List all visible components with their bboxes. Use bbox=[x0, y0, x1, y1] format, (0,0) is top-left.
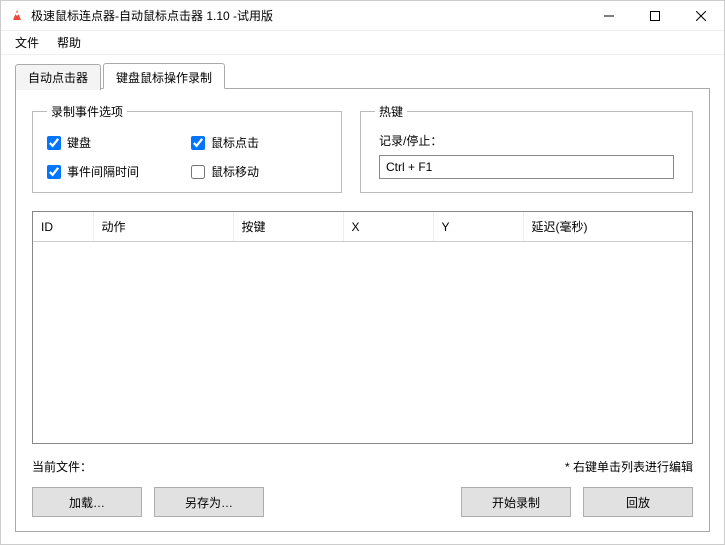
options-row: 录制事件选项 键盘 鼠标点击 事件间隔时间 bbox=[32, 103, 693, 193]
checkbox-mouse-click[interactable]: 鼠标点击 bbox=[191, 134, 327, 151]
record-options-legend: 录制事件选项 bbox=[47, 103, 127, 120]
events-table-wrap[interactable]: ID 动作 按键 X Y 延迟(毫秒) bbox=[32, 211, 693, 444]
checkbox-mouse-click-input[interactable] bbox=[191, 136, 205, 150]
close-button[interactable] bbox=[678, 1, 724, 30]
table-header-row: ID 动作 按键 X Y 延迟(毫秒) bbox=[33, 212, 692, 242]
load-button[interactable]: 加载… bbox=[32, 487, 142, 517]
content-area: 自动点击器 键盘鼠标操作录制 录制事件选项 键盘 鼠标点击 bbox=[1, 55, 724, 544]
checkbox-keyboard-input[interactable] bbox=[47, 136, 61, 150]
tab-panel-kbm-recorder: 录制事件选项 键盘 鼠标点击 事件间隔时间 bbox=[15, 89, 710, 532]
events-table: ID 动作 按键 X Y 延迟(毫秒) bbox=[33, 212, 692, 242]
menu-file[interactable]: 文件 bbox=[7, 31, 47, 54]
checkbox-mouse-move-label: 鼠标移动 bbox=[211, 163, 259, 180]
menu-help[interactable]: 帮助 bbox=[49, 31, 89, 54]
button-spacer bbox=[276, 487, 449, 517]
panel-footer: 当前文件： * 右键单击列表进行编辑 bbox=[32, 458, 693, 475]
hotkey-group: 热键 记录/停止： bbox=[360, 103, 693, 193]
tabstrip: 自动点击器 键盘鼠标操作录制 bbox=[15, 63, 710, 89]
col-id[interactable]: ID bbox=[33, 212, 93, 242]
context-menu-hint: * 右键单击列表进行编辑 bbox=[565, 458, 693, 475]
current-file-label: 当前文件： bbox=[32, 460, 92, 474]
col-key[interactable]: 按键 bbox=[233, 212, 343, 242]
record-options-group: 录制事件选项 键盘 鼠标点击 事件间隔时间 bbox=[32, 103, 342, 193]
hotkey-input[interactable] bbox=[379, 155, 674, 179]
checkbox-mouse-click-label: 鼠标点击 bbox=[211, 134, 259, 151]
window-title: 极速鼠标连点器-自动鼠标点击器 1.10 -试用版 bbox=[31, 7, 586, 24]
checkbox-event-interval[interactable]: 事件间隔时间 bbox=[47, 163, 183, 180]
minimize-button[interactable] bbox=[586, 1, 632, 30]
tab-auto-clicker[interactable]: 自动点击器 bbox=[15, 64, 101, 90]
titlebar: 极速鼠标连点器-自动鼠标点击器 1.10 -试用版 bbox=[1, 1, 724, 31]
start-record-button[interactable]: 开始录制 bbox=[461, 487, 571, 517]
current-file: 当前文件： bbox=[32, 458, 92, 475]
maximize-button[interactable] bbox=[632, 1, 678, 30]
save-as-button[interactable]: 另存为… bbox=[154, 487, 264, 517]
col-x[interactable]: X bbox=[343, 212, 433, 242]
button-row: 加载… 另存为… 开始录制 回放 bbox=[32, 487, 693, 517]
checkbox-keyboard-label: 键盘 bbox=[67, 134, 91, 151]
checkbox-mouse-move-input[interactable] bbox=[191, 165, 205, 179]
hotkey-label: 记录/停止： bbox=[379, 132, 674, 149]
col-delay[interactable]: 延迟(毫秒) bbox=[523, 212, 692, 242]
checkbox-event-interval-label: 事件间隔时间 bbox=[67, 163, 139, 180]
playback-button[interactable]: 回放 bbox=[583, 487, 693, 517]
checkbox-event-interval-input[interactable] bbox=[47, 165, 61, 179]
window-controls bbox=[586, 1, 724, 30]
menubar: 文件 帮助 bbox=[1, 31, 724, 55]
app-icon bbox=[9, 8, 25, 24]
checkbox-keyboard[interactable]: 键盘 bbox=[47, 134, 183, 151]
tab-kbm-recorder[interactable]: 键盘鼠标操作录制 bbox=[103, 63, 225, 89]
checkbox-mouse-move[interactable]: 鼠标移动 bbox=[191, 163, 327, 180]
hotkey-legend: 热键 bbox=[375, 103, 407, 120]
col-action[interactable]: 动作 bbox=[93, 212, 233, 242]
col-y[interactable]: Y bbox=[433, 212, 523, 242]
